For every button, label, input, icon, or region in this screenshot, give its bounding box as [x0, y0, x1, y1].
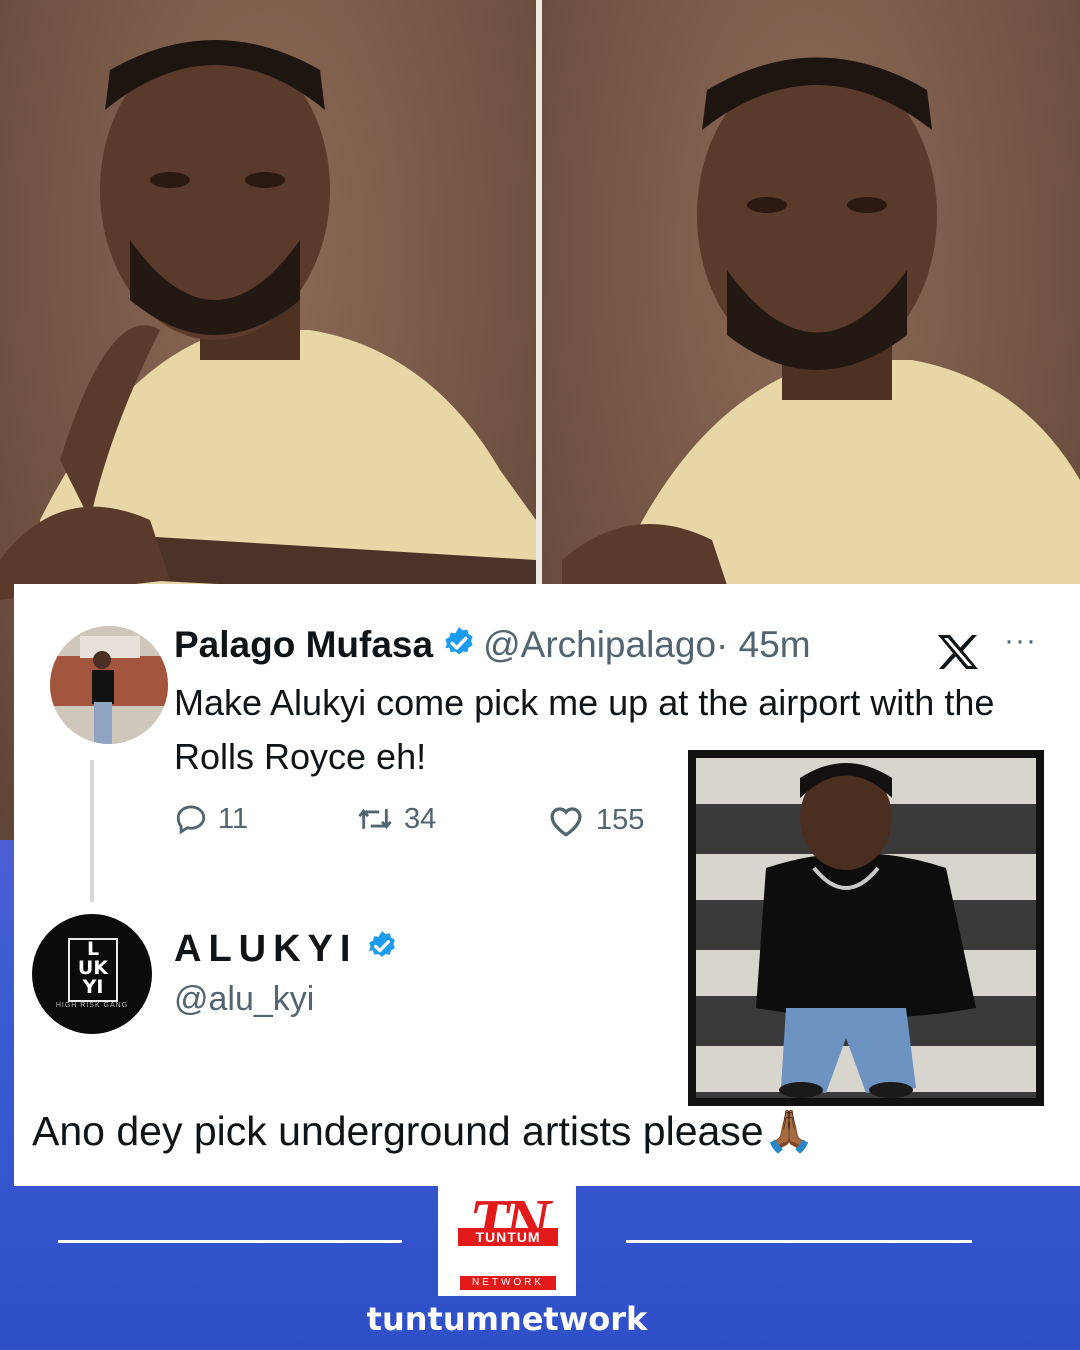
heart-icon: [550, 807, 582, 837]
author-name[interactable]: Palago Mufasa: [174, 624, 433, 665]
tweet-actions: 11 34 155: [174, 802, 694, 846]
brand-name: tuntumnetwork: [366, 1300, 648, 1338]
like-button[interactable]: 155: [546, 802, 644, 838]
inset-person-illustration: [756, 763, 976, 1098]
reply-icon: [176, 805, 206, 835]
like-count: 155: [596, 803, 645, 836]
logo-tuntum-label: TUNTUM: [458, 1228, 558, 1246]
retweet-button[interactable]: 34: [356, 802, 436, 836]
author-avatar-image: [50, 626, 168, 744]
logo-mark: TN: [469, 1186, 551, 1259]
reply-button[interactable]: 11: [174, 802, 248, 836]
brand-logo[interactable]: TN TUNTUM NETWORK: [438, 1186, 576, 1296]
reply-author-avatar[interactable]: L UK YI HIGH RISK GANG: [32, 914, 152, 1034]
retweet-icon: [358, 809, 392, 829]
tweet-time[interactable]: · 45m: [716, 624, 811, 665]
logo-network-label: NETWORK: [460, 1276, 556, 1290]
avatar-logo-line-3: YI: [82, 976, 104, 998]
author-handle[interactable]: @Archipalago: [483, 624, 716, 665]
retweet-count: 34: [404, 802, 437, 835]
avatar-logo: L UK YI: [68, 938, 118, 1002]
footer-divider-right: [626, 1240, 972, 1243]
author-avatar[interactable]: [50, 626, 168, 744]
more-options-icon[interactable]: ···: [1004, 624, 1037, 658]
thread-connector: [90, 760, 94, 902]
inset-photo: [688, 750, 1044, 1106]
x-logo-icon: [936, 632, 980, 677]
tweet-header: Palago Mufasa @Archipalago· 45m: [174, 624, 811, 670]
reply-text: Ano dey pick underground artists please🙏…: [32, 1108, 815, 1154]
verified-badge-icon: [441, 625, 477, 670]
reply-author-name[interactable]: ALUKYI: [174, 928, 357, 970]
reply-author-header: ALUKYI: [174, 928, 399, 973]
reply-author-handle[interactable]: @alu_kyi: [174, 980, 314, 1019]
footer-divider-left: [58, 1240, 402, 1243]
avatar-logo-subtext: HIGH RISK GANG: [55, 1002, 129, 1009]
reply-count: 11: [218, 802, 249, 835]
inset-photo-image: [696, 758, 1036, 1098]
verified-badge-icon: [365, 929, 399, 973]
